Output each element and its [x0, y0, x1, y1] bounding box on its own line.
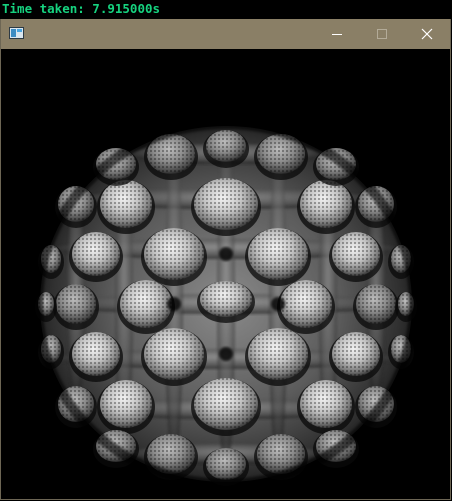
fractal-bulb-texture	[248, 228, 308, 280]
fractal-bulb-texture	[206, 130, 246, 162]
fractal-bulb-texture	[332, 232, 380, 276]
minimize-button[interactable]	[314, 19, 360, 49]
fractal-bulb-texture	[200, 281, 252, 317]
app-icon[interactable]	[9, 27, 24, 39]
fractal-bulb-texture	[194, 378, 258, 430]
fractal-bulb-texture	[280, 280, 332, 328]
fractal-bulb-texture	[120, 280, 172, 328]
fractal-bulb-texture	[56, 284, 96, 324]
maximize-icon	[377, 29, 387, 39]
close-icon	[421, 28, 433, 40]
fractal-bulb-texture	[356, 284, 396, 324]
fractal-bulb-texture	[300, 180, 352, 228]
fractal-bulb-texture	[144, 328, 204, 380]
close-button[interactable]	[404, 19, 450, 49]
fractal-crevice	[219, 347, 233, 361]
fractal-bulb-texture	[248, 328, 308, 380]
fractal-bulb-texture	[72, 332, 120, 376]
fractal-bulb-texture	[100, 180, 152, 228]
screen: Time taken: 7.915000s	[0, 0, 452, 501]
minimize-icon	[332, 34, 342, 35]
render-canvas[interactable]	[1, 49, 450, 499]
fractal-bulb-texture	[206, 448, 246, 480]
maximize-button[interactable]	[359, 19, 405, 49]
fractal-bulb-texture	[332, 332, 380, 376]
console-time-taken: Time taken: 7.915000s	[2, 1, 161, 16]
fractal-crevice	[271, 297, 285, 311]
fractal-crevice	[219, 247, 233, 261]
render-window	[0, 19, 451, 500]
mandelbulb-render	[33, 119, 419, 489]
fractal-bulb-texture	[144, 228, 204, 280]
fractal-bulb-texture	[72, 232, 120, 276]
fractal-bulb-texture	[300, 380, 352, 428]
fractal-crevice	[167, 297, 181, 311]
fractal-bulb-texture	[100, 380, 152, 428]
fractal-bulb-texture	[194, 178, 258, 230]
fractal-body	[33, 119, 419, 489]
window-titlebar[interactable]	[1, 19, 450, 49]
